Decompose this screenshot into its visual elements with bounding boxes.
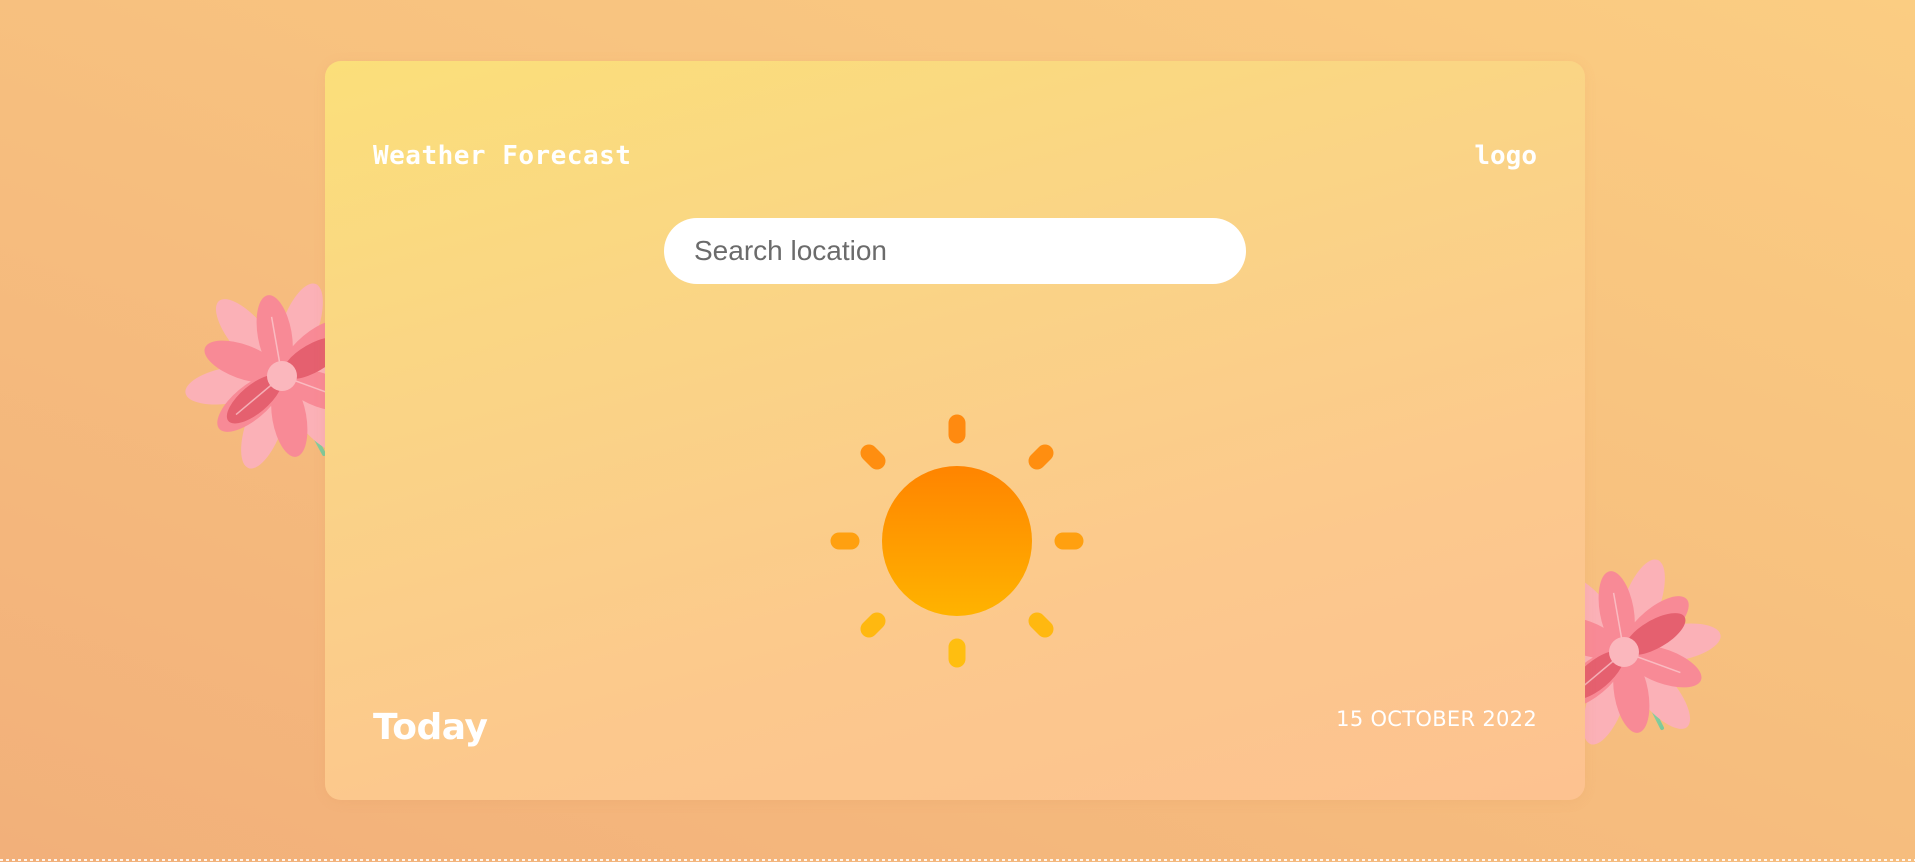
- day-label: Today: [373, 707, 488, 748]
- search-input[interactable]: [664, 218, 1246, 284]
- logo[interactable]: logo: [1474, 141, 1537, 171]
- app-title: Weather Forecast: [373, 141, 632, 171]
- page-bottom-edge: [0, 858, 1915, 862]
- weather-card: Weather Forecast logo Today 15 OCTOBE: [325, 61, 1585, 800]
- sun-icon: [830, 414, 1084, 668]
- date-label: 15 OCTOBER 2022: [1336, 707, 1537, 731]
